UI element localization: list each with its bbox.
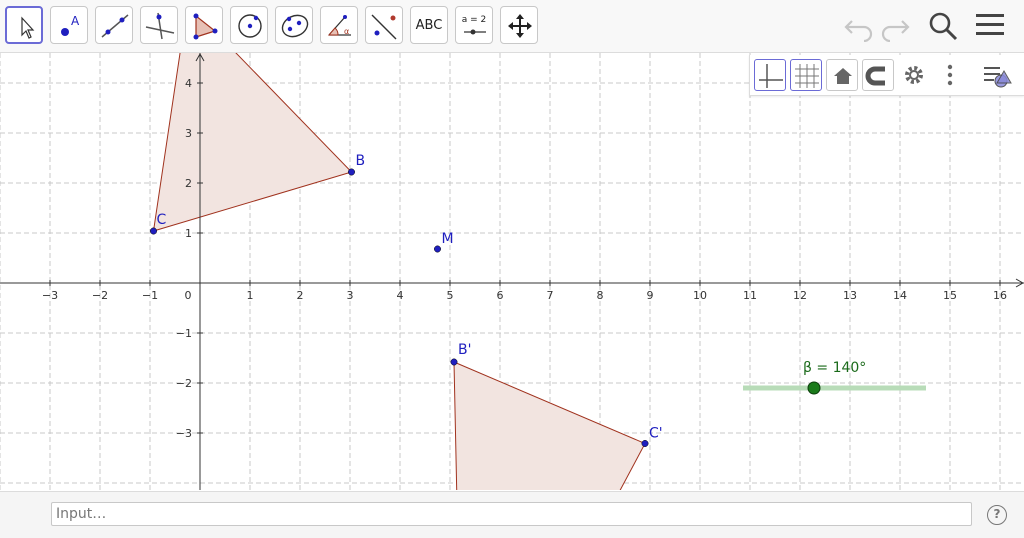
home-icon — [834, 68, 852, 84]
y-tick-label: 3 — [185, 127, 192, 140]
slider-label: β = 140° — [803, 360, 866, 376]
point-capturing-button[interactable] — [862, 59, 894, 91]
y-tick-label: 4 — [185, 77, 192, 90]
menu-icon[interactable] — [973, 8, 1007, 42]
style-bar — [749, 55, 1024, 96]
point-label-b_prime: B' — [458, 342, 471, 358]
ellipse-icon — [281, 14, 309, 38]
x-tick-label: 6 — [497, 289, 504, 302]
x-tick-label: 2 — [297, 289, 304, 302]
grid-icon — [795, 64, 819, 88]
slider-tool[interactable]: a = 2 — [455, 6, 493, 44]
line-icon — [101, 14, 129, 38]
algebra-input-field[interactable] — [51, 502, 972, 526]
x-tick-label: 9 — [647, 289, 654, 302]
point-c_prime[interactable] — [641, 440, 649, 447]
x-tick-label: 16 — [993, 289, 1007, 302]
y-tick-label: 2 — [185, 177, 192, 190]
graphics-canvas[interactable]: −3 −2 −1 0 1 2 3 4 5 6 7 8 9 10 11 12 13 14 15 164321−1−2−3… — [0, 53, 1024, 490]
move-arrows-icon — [508, 14, 532, 38]
grid-toggle-button[interactable] — [790, 59, 822, 91]
x-tick-label: 7 — [547, 289, 554, 302]
style-bar-toggle-icon — [984, 67, 1012, 88]
svg-text:α: α — [344, 27, 349, 36]
x-tick-label: 15 — [943, 289, 957, 302]
slider-beta[interactable]: β = 140° — [743, 360, 926, 395]
x-tick-label: 3 — [347, 289, 354, 302]
angle-tool[interactable]: α — [320, 6, 358, 44]
axes-toggle-button[interactable] — [754, 59, 786, 91]
magnet-icon — [865, 66, 885, 86]
line-tool[interactable] — [95, 6, 133, 44]
svg-text:A: A — [71, 14, 80, 28]
y-tick-label: −2 — [176, 377, 192, 390]
point-label-c: C — [157, 212, 167, 228]
point-label-m: M — [442, 231, 454, 247]
point-c[interactable] — [150, 227, 157, 235]
x-tick-label: 0 — [185, 289, 192, 302]
text-tool-label: ABC — [415, 18, 443, 33]
slider-handle[interactable] — [807, 381, 821, 395]
point-label-c_prime: C' — [649, 426, 663, 442]
more-vertical-icon — [947, 64, 953, 86]
reflect-line-icon — [371, 14, 397, 40]
point-icon: A — [61, 14, 80, 36]
y-tick-label: −3 — [176, 427, 192, 440]
angle-icon: α — [327, 15, 351, 36]
conic-tool[interactable] — [275, 6, 313, 44]
toolbar: A α ABC a = 2 — [0, 0, 1024, 53]
reflect-tool[interactable] — [365, 6, 403, 44]
home-view-button[interactable] — [826, 59, 858, 91]
x-tick-label: 5 — [447, 289, 454, 302]
x-tick-label: 13 — [843, 289, 857, 302]
help-button[interactable]: ? — [987, 505, 1007, 525]
x-tick-label: 1 — [247, 289, 254, 302]
settings-button[interactable] — [898, 59, 930, 91]
more-options-button[interactable] — [934, 59, 966, 91]
perpendicular-icon — [145, 12, 175, 40]
x-tick-label: 8 — [597, 289, 604, 302]
search-icon[interactable] — [926, 8, 960, 42]
point-tool[interactable]: A — [50, 6, 88, 44]
circle-icon — [238, 14, 262, 38]
polygons — [152, 53, 646, 490]
slider-icon — [464, 29, 486, 35]
polygon-tool[interactable] — [185, 6, 223, 44]
input-bar: ? — [0, 491, 1024, 538]
point-b_prime[interactable] — [450, 358, 458, 366]
move-graphics-view-tool[interactable] — [500, 6, 538, 44]
y-tick-label: 1 — [185, 227, 192, 240]
x-tick-label: −3 — [42, 289, 58, 302]
text-tool[interactable]: ABC — [410, 6, 448, 44]
circle-center-tool[interactable] — [230, 6, 268, 44]
gear-icon — [905, 66, 923, 84]
y-tick-label: −1 — [176, 327, 192, 340]
toggle-style-bar-button[interactable] — [980, 59, 1012, 91]
point-m[interactable] — [434, 245, 441, 253]
x-tick-label: 12 — [793, 289, 807, 302]
undo-icon[interactable] — [842, 8, 876, 42]
perpendicular-line-tool[interactable] — [140, 6, 178, 44]
triangle-abc[interactable] — [152, 53, 353, 232]
x-tick-label: 10 — [693, 289, 707, 302]
x-tick-label: 11 — [743, 289, 757, 302]
point-b[interactable] — [348, 168, 355, 176]
move-tool[interactable] — [5, 6, 43, 44]
x-tick-label: 14 — [893, 289, 907, 302]
graphics-view[interactable]: −3 −2 −1 0 1 2 3 4 5 6 7 8 9 10 11 12 13 14 15 16 4 3 2 1 −1 −2 −3… — [0, 53, 1024, 490]
polygon-icon — [193, 13, 218, 40]
x-tick-label: 4 — [397, 289, 404, 302]
x-tick-label: −2 — [92, 289, 108, 302]
axes-icon — [759, 64, 783, 88]
arrow-cursor-icon — [21, 16, 35, 39]
point-label-b: B — [356, 153, 366, 169]
x-tick-label: −1 — [142, 289, 158, 302]
redo-icon[interactable] — [878, 8, 912, 42]
